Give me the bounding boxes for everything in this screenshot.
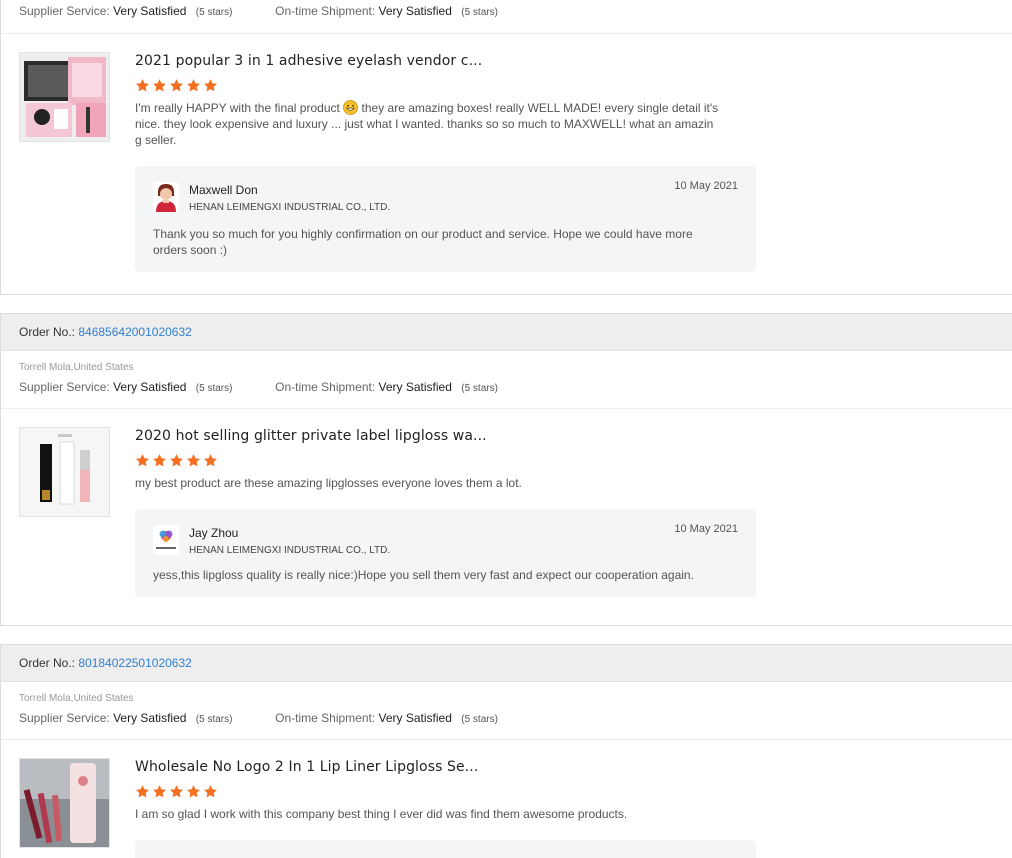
order-number-label: Order No.:	[19, 325, 76, 339]
star-icon	[204, 785, 217, 798]
supplier-service-stars: (5 stars)	[195, 383, 233, 394]
star-icon	[170, 785, 183, 798]
review-card: Order No.: 84685642001020632 Torrell Mol…	[0, 313, 1012, 626]
reply-date: 10 May 2021	[674, 523, 738, 535]
supplier-service-value: Very Satisfied	[113, 711, 187, 725]
shipment-stars: (5 stars)	[461, 7, 498, 18]
eyelash-box-image[interactable]	[19, 52, 110, 142]
rating-summary: Supplier Service: Very Satisfied (5 star…	[1, 707, 1012, 740]
product-review: 2020 hot selling glitter private label l…	[1, 409, 1012, 615]
order-header: Order No.: 80184022501020632	[1, 645, 1012, 682]
buyer-info: Torrell Mola,United States	[19, 362, 134, 373]
order-number-link[interactable]: 80184022501020632	[78, 656, 191, 670]
reply-author-name: Maxwell Don	[189, 183, 258, 197]
order-header: Order No.: 84685642001020632	[1, 314, 1012, 351]
supplier-service-value: Very Satisfied	[113, 4, 187, 18]
shipment-label: On-time Shipment:	[275, 380, 376, 394]
product-title[interactable]: Wholesale No Logo 2 In 1 Lip Liner Lipgl…	[135, 758, 1012, 776]
seller-reply: Jay Zhou HENAN LEIMENGXI INDUSTRIAL CO.,…	[135, 509, 756, 597]
reply-text: yess,this lipgloss quality is really nic…	[153, 568, 694, 582]
rating-summary: Supplier Service: Very Satisfied (5 star…	[1, 0, 1012, 34]
shipment-value: Very Satisfied	[378, 711, 452, 725]
star-rating	[135, 453, 1012, 469]
review-card: Order No.: 80184022501020632 Torrell Mol…	[0, 644, 1012, 858]
product-title[interactable]: 2020 hot selling glitter private label l…	[135, 427, 1012, 445]
star-icon	[170, 454, 183, 467]
review-card: Supplier Service: Very Satisfied (5 star…	[0, 0, 1012, 295]
review-text: I am so glad I work with this company be…	[135, 807, 628, 821]
buyer-info: Torrell Mola,United States	[19, 693, 134, 704]
seller-reply: Maxwell Don HENAN LEIMENGXI INDUSTRIAL C…	[135, 166, 756, 272]
reply-company: HENAN LEIMENGXI INDUSTRIAL CO., LTD.	[189, 545, 391, 556]
star-icon	[153, 79, 166, 92]
rating-summary: Supplier Service: Very Satisfied (5 star…	[1, 376, 1012, 409]
shipment-value: Very Satisfied	[378, 4, 452, 18]
reply-header: Maxwell Don HENAN LEIMENGXI INDUSTRIAL C…	[153, 180, 738, 214]
seller-avatar	[153, 525, 179, 555]
order-number-label: Order No.:	[19, 656, 76, 670]
star-icon	[153, 785, 166, 798]
supplier-service-label: Supplier Service:	[19, 711, 110, 725]
star-icon	[136, 79, 149, 92]
product-title[interactable]: 2021 popular 3 in 1 adhesive eyelash ven…	[135, 52, 1012, 70]
star-icon	[136, 454, 149, 467]
grinning-face-icon	[343, 100, 359, 115]
reviews-page: Supplier Service: Very Satisfied (5 star…	[0, 0, 1012, 858]
supplier-service-stars: (5 stars)	[195, 7, 233, 18]
star-icon	[187, 785, 200, 798]
star-icon	[204, 79, 217, 92]
supplier-service-stars: (5 stars)	[195, 714, 233, 725]
reply-date: 10 May 2021	[674, 180, 738, 192]
star-icon	[170, 79, 183, 92]
star-rating	[135, 78, 1012, 94]
review-text-part: I'm really HAPPY with the final product	[135, 101, 344, 115]
reply-text: Thank you so much for you highly confirm…	[153, 227, 693, 257]
review-text: I'm really HAPPY with the final product …	[135, 100, 719, 148]
star-rating	[135, 784, 1012, 800]
review-text: my best product are these amazing lipglo…	[135, 476, 522, 490]
product-review: 2021 popular 3 in 1 adhesive eyelash ven…	[1, 34, 1012, 290]
shipment-stars: (5 stars)	[461, 714, 498, 725]
star-icon	[204, 454, 217, 467]
shipment-value: Very Satisfied	[378, 380, 452, 394]
star-icon	[187, 79, 200, 92]
reply-company: HENAN LEIMENGXI INDUSTRIAL CO., LTD.	[189, 202, 391, 213]
order-number-link[interactable]: 84685642001020632	[78, 325, 191, 339]
shipment-stars: (5 stars)	[461, 383, 498, 394]
reply-author-name: Jay Zhou	[189, 526, 239, 540]
reply-header: Jay Zhou HENAN LEIMENGXI INDUSTRIAL CO.,…	[153, 523, 738, 557]
star-icon	[136, 785, 149, 798]
lip-liner-set-image[interactable]	[19, 758, 110, 848]
supplier-service-label: Supplier Service:	[19, 380, 110, 394]
star-icon	[187, 454, 200, 467]
supplier-service-value: Very Satisfied	[113, 380, 187, 394]
shipment-label: On-time Shipment:	[275, 4, 376, 18]
supplier-service-label: Supplier Service:	[19, 4, 110, 18]
product-review: Wholesale No Logo 2 In 1 Lip Liner Lipgl…	[1, 740, 1012, 858]
star-icon	[153, 454, 166, 467]
shipment-label: On-time Shipment:	[275, 711, 376, 725]
lipgloss-tubes-image[interactable]	[19, 427, 110, 517]
seller-avatar	[153, 182, 179, 212]
seller-reply	[135, 840, 756, 858]
